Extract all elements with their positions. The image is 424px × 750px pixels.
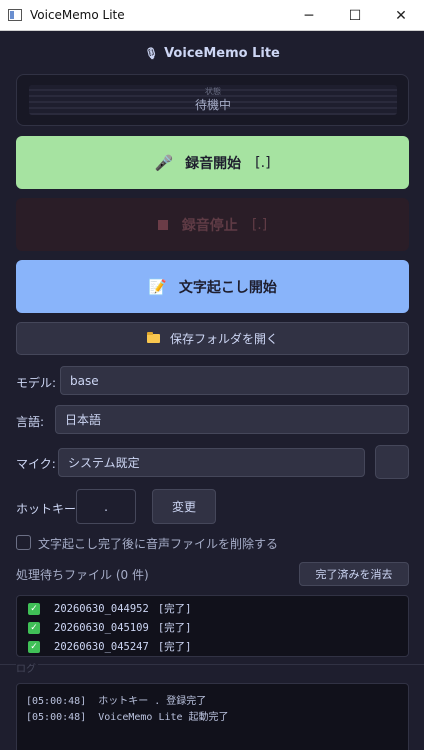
app-header: 🎙 VoiceMemo Lite <box>0 46 424 61</box>
queue-item-status: [完了] <box>157 622 192 634</box>
open-folder-button[interactable]: 保存フォルダを開く <box>16 322 409 355</box>
list-item[interactable]: ✓ 20260630_044952 [完了] <box>17 599 408 618</box>
delete-audio-label[interactable]: 文字起こし完了後に音声ファイルを削除する <box>38 535 278 552</box>
list-item[interactable]: ✓ 20260630_045109 [完了] <box>17 618 408 637</box>
check-icon: ✓ <box>28 621 40 634</box>
log-divider <box>0 664 424 665</box>
start-transcription-label: 文字起こし開始 <box>178 279 277 296</box>
delete-audio-checkbox[interactable] <box>16 535 31 550</box>
start-recording-button[interactable]: 🎤 録音開始 [.] <box>16 136 409 189</box>
queue-item-name: 20260630_045109 <box>54 621 149 634</box>
hotkey-label: ホットキー: <box>16 502 81 516</box>
language-label: 言語: <box>16 415 45 429</box>
log-label: ログ <box>16 660 38 675</box>
open-folder-label: 保存フォルダを開く <box>169 332 278 346</box>
log-line: [05:00:48] ホットキー . 登録完了 <box>26 696 207 707</box>
start-transcription-button[interactable]: 📝 文字起こし開始 <box>16 260 409 313</box>
status-panel: 状態 待機中 <box>16 74 409 126</box>
stop-recording-button[interactable]: 録音停止 [.] <box>16 198 409 251</box>
check-icon: ✓ <box>28 602 40 615</box>
mic-select[interactable]: システム既定 <box>58 448 365 477</box>
log-line: [05:00:48] VoiceMemo Lite 起動完了 <box>26 712 229 723</box>
queue-list[interactable]: ✓ 20260630_044952 [完了] ✓ 20260630_045109… <box>16 595 409 657</box>
status-text: 待機中 <box>194 98 231 112</box>
record-hotkey-hint: [.] <box>255 154 271 171</box>
model-select[interactable]: base <box>60 366 409 395</box>
queue-item-status: [完了] <box>157 641 192 653</box>
status-display: 状態 待機中 <box>29 85 397 115</box>
clear-completed-button[interactable]: 完了済みを消去 <box>299 562 409 586</box>
queue-item-status: [完了] <box>157 603 192 615</box>
change-hotkey-button[interactable]: 変更 <box>152 489 216 524</box>
window-title: VoiceMemo Lite <box>30 8 125 22</box>
list-item[interactable]: ✓ 20260630_045247 [完了] <box>17 637 408 656</box>
memo-icon: 📝 <box>148 277 167 296</box>
log-area[interactable]: [05:00:48] ホットキー . 登録完了 [05:00:48] Voice… <box>16 683 409 750</box>
stop-recording-label: 録音停止 <box>181 217 238 234</box>
model-label: モデル: <box>16 376 57 390</box>
stop-hotkey-hint: [.] <box>251 216 268 233</box>
check-icon: ✓ <box>28 640 40 653</box>
queue-item-name: 20260630_045247 <box>54 640 149 653</box>
maximize-button[interactable]: ☐ <box>332 0 378 31</box>
hotkey-field[interactable]: . <box>76 489 136 524</box>
microphone-icon: 🎙 <box>144 47 159 60</box>
minimize-button[interactable]: ─ <box>286 0 332 31</box>
mic-refresh-button[interactable] <box>375 445 409 479</box>
close-button[interactable]: ✕ <box>378 0 424 31</box>
queue-item-name: 20260630_044952 <box>54 602 149 615</box>
start-recording-label: 録音開始 <box>185 155 242 172</box>
folder-icon <box>146 332 160 343</box>
stop-icon <box>157 219 168 230</box>
language-select[interactable]: 日本語 <box>55 405 409 434</box>
microphone-icon: 🎤 <box>154 153 174 172</box>
mic-label: マイク: <box>16 457 56 471</box>
app-header-title: VoiceMemo Lite <box>164 46 280 61</box>
window-titlebar: VoiceMemo Lite ─ ☐ ✕ <box>0 0 424 31</box>
app-icon <box>8 9 22 21</box>
queue-label: 処理待ちファイル (0 件) <box>16 568 149 582</box>
